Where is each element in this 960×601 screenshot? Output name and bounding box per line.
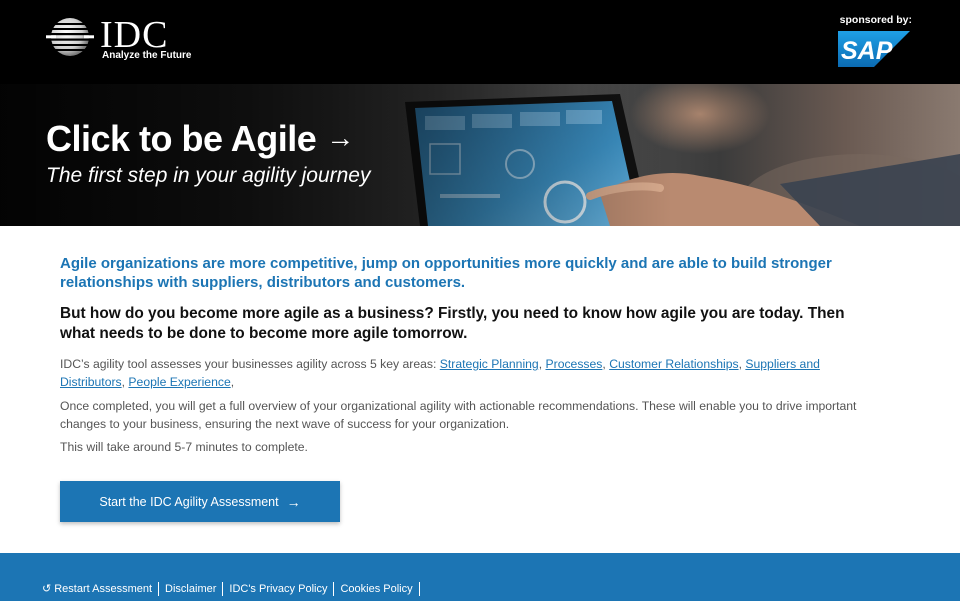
arrow-right-icon: → <box>286 493 301 510</box>
key-areas-paragraph: IDC’s agility tool assesses your busines… <box>60 357 820 389</box>
restart-assessment-label: Restart Assessment <box>54 583 153 595</box>
area-link-strategic-planning[interactable]: Strategic Planning <box>440 357 539 371</box>
start-assessment-button[interactable]: Start the IDC Agility Assessment → <box>60 481 340 522</box>
area-link-processes[interactable]: Processes <box>546 357 603 371</box>
disclaimer-link[interactable]: Disclaimer <box>159 582 224 596</box>
sap-logo[interactable]: SAP <box>838 31 910 67</box>
cookies-policy-link[interactable]: Cookies Policy <box>334 582 420 596</box>
area-link-customer-relationships[interactable]: Customer Relationships <box>609 357 738 371</box>
key-areas-lead: IDC’s agility tool assesses your busines… <box>60 357 440 371</box>
hero-title-text: Click to be Agile <box>46 118 317 159</box>
hero-title[interactable]: Click to be Agile → <box>46 118 354 160</box>
sponsor-label: sponsored by: <box>839 14 912 26</box>
start-assessment-label: Start the IDC Agility Assessment <box>99 494 279 509</box>
idc-globe-icon <box>46 18 94 56</box>
question-paragraph: But how do you become more agile as a bu… <box>60 305 845 342</box>
footer: ↺ Restart Assessment Disclaimer IDC's Pri… <box>0 553 960 601</box>
intro-paragraph: Agile organizations are more competitive… <box>60 255 832 291</box>
svg-text:SAP: SAP <box>841 37 893 65</box>
idc-logo-tagline: Analyze the Future <box>102 50 192 61</box>
overview-paragraph: Once completed, you will get a full over… <box>60 399 857 431</box>
idc-logo[interactable]: IDC Analyze the Future <box>46 16 196 64</box>
restart-icon: ↺ <box>42 583 52 595</box>
area-link-people-experience[interactable]: People Experience <box>128 375 230 389</box>
top-header: IDC Analyze the Future sponsored by: SAP <box>0 0 960 84</box>
footer-links: ↺ Restart Assessment Disclaimer IDC's Pri… <box>42 582 420 596</box>
sponsor-block: sponsored by: SAP <box>832 12 912 72</box>
main-content: Agile organizations are more competitive… <box>60 254 880 456</box>
arrow-right-icon: → <box>326 122 354 153</box>
hero-banner: Click to be Agile → The first step in you… <box>0 84 960 226</box>
privacy-policy-link[interactable]: IDC's Privacy Policy <box>223 582 335 596</box>
hero-subtitle: The first step in your agility journey <box>46 164 371 187</box>
restart-assessment-link[interactable]: ↺ Restart Assessment <box>42 582 160 596</box>
duration-text: This will take around 5-7 minutes to com… <box>60 440 308 454</box>
idc-logo-text: IDC <box>100 14 169 56</box>
